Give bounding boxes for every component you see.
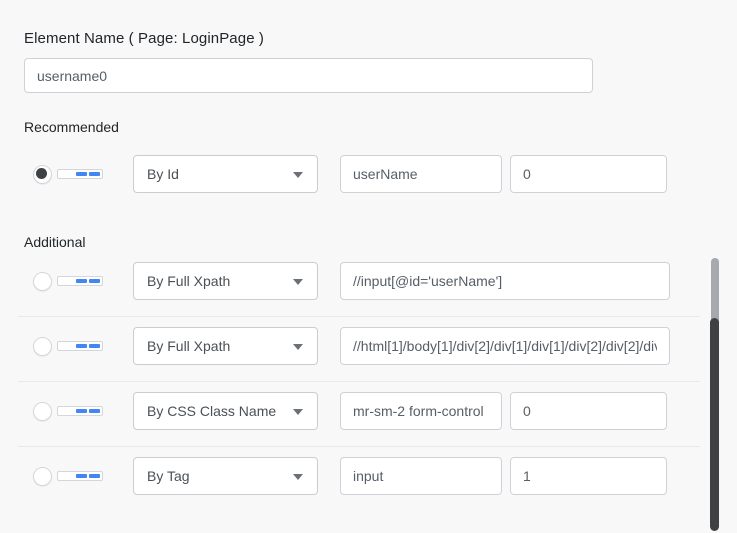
chevron-down-icon [293, 279, 303, 285]
locator-value-input[interactable] [340, 155, 502, 193]
element-name-input[interactable] [24, 58, 593, 93]
locator-value-input[interactable] [340, 457, 502, 495]
locator-radio[interactable] [33, 337, 52, 356]
locator-index-input[interactable] [510, 392, 667, 430]
scrollbar-thumb-inner[interactable] [710, 318, 719, 531]
locator-radio[interactable] [33, 272, 52, 291]
section-label-additional: Additional [24, 234, 86, 250]
radio-dot-icon [36, 168, 47, 179]
chevron-down-icon [293, 409, 303, 415]
locator-method-label: By Tag [147, 458, 190, 494]
strength-meter-icon [57, 471, 103, 481]
page-title: Element Name ( Page: LoginPage ) [24, 30, 264, 47]
locator-value-input[interactable] [340, 262, 670, 300]
locator-radio[interactable] [33, 165, 52, 184]
locator-index-input[interactable] [510, 155, 667, 193]
row-divider [18, 381, 700, 382]
object-locator-panel: Element Name ( Page: LoginPage ) Recomme… [0, 0, 737, 533]
row-divider [18, 446, 700, 447]
locator-method-label: By Full Xpath [147, 263, 230, 299]
locator-row-recommended: By Id [0, 155, 737, 193]
chevron-down-icon [293, 474, 303, 480]
locator-method-label: By Id [147, 156, 179, 192]
locator-method-select[interactable]: By Tag [133, 457, 318, 495]
locator-row: By CSS Class Name [0, 392, 737, 430]
locator-radio[interactable] [33, 402, 52, 421]
strength-meter-icon [57, 169, 103, 179]
locator-value-input[interactable] [340, 392, 502, 430]
row-divider [18, 316, 700, 317]
locator-method-select[interactable]: By CSS Class Name [133, 392, 318, 430]
locator-method-select[interactable]: By Id [133, 155, 318, 193]
chevron-down-icon [293, 344, 303, 350]
locator-row: By Full Xpath [0, 327, 737, 365]
locator-index-input[interactable] [510, 457, 667, 495]
locator-row: By Tag [0, 457, 737, 495]
strength-meter-icon [57, 341, 103, 351]
chevron-down-icon [293, 172, 303, 178]
locator-row: By Full Xpath [0, 262, 737, 300]
locator-method-select[interactable]: By Full Xpath [133, 262, 318, 300]
locator-method-label: By CSS Class Name [147, 393, 276, 429]
locator-value-input[interactable] [340, 327, 670, 365]
strength-meter-icon [57, 406, 103, 416]
locator-radio[interactable] [33, 467, 52, 486]
strength-meter-icon [57, 276, 103, 286]
locator-method-select[interactable]: By Full Xpath [133, 327, 318, 365]
section-label-recommended: Recommended [24, 119, 119, 135]
locator-method-label: By Full Xpath [147, 328, 230, 364]
